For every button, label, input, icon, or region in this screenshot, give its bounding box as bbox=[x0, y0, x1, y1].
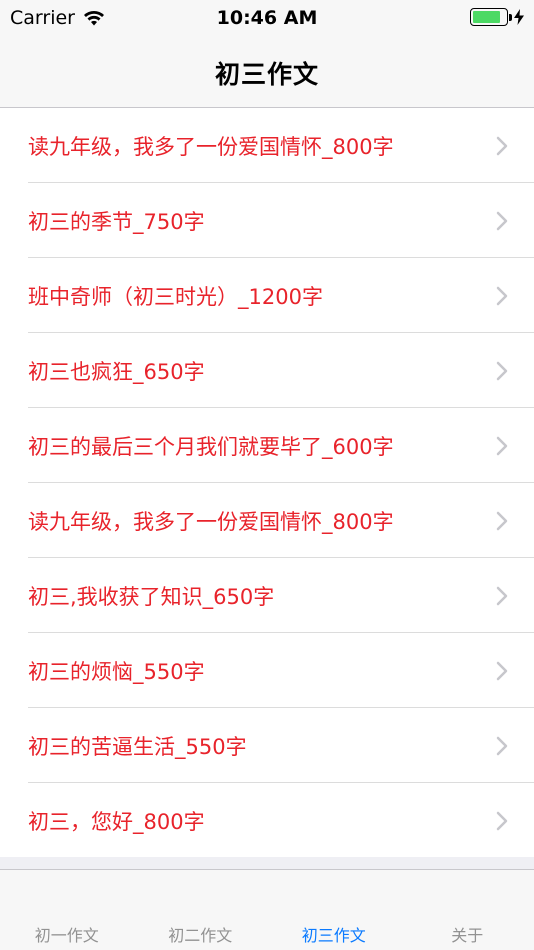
tab-1[interactable]: 初一作文 bbox=[0, 870, 134, 950]
tab-label: 初一作文 bbox=[34, 926, 99, 945]
list-item-label: 读九年级，我多了一份爱国情怀_800字 bbox=[28, 134, 394, 159]
status-right-group bbox=[470, 8, 524, 26]
list-item[interactable]: 班中奇师（初三时光）_1200字 bbox=[0, 258, 534, 333]
list-item-label: 初三，您好_800字 bbox=[28, 809, 205, 834]
chevron-right-icon bbox=[496, 211, 508, 230]
list-item[interactable]: 读九年级，我多了一份爱国情怀_800字 bbox=[0, 483, 534, 558]
list-item[interactable]: 初三的最后三个月我们就要毕了_600字 bbox=[0, 408, 534, 483]
tab-bar: 初一作文 初二作文 初三作文 关于 bbox=[0, 869, 534, 950]
tab-label: 关于 bbox=[451, 926, 484, 945]
list-item[interactable]: 读九年级，我多了一份爱国情怀_800字 bbox=[0, 108, 534, 183]
battery-level bbox=[473, 11, 501, 23]
page-title: 初三作文 bbox=[214, 59, 319, 89]
chevron-right-icon bbox=[496, 586, 508, 605]
bolt-icon bbox=[514, 9, 524, 25]
chevron-right-icon bbox=[496, 136, 508, 155]
tab-label: 初三作文 bbox=[301, 926, 366, 945]
tab-label: 初二作文 bbox=[168, 926, 233, 945]
chevron-right-icon bbox=[496, 661, 508, 680]
list-footer bbox=[0, 857, 534, 869]
list-item-label: 初三的季节_750字 bbox=[28, 209, 205, 234]
list-item[interactable]: 初三的季节_750字 bbox=[0, 183, 534, 258]
tab-2[interactable]: 初二作文 bbox=[134, 870, 268, 950]
list-item[interactable]: 初三的烦恼_550字 bbox=[0, 633, 534, 708]
list-item-label: 初三的苦逼生活_550字 bbox=[28, 734, 247, 759]
chevron-right-icon bbox=[496, 511, 508, 530]
chevron-right-icon bbox=[496, 736, 508, 755]
chevron-right-icon bbox=[496, 286, 508, 305]
chevron-right-icon bbox=[496, 361, 508, 380]
list-item-label: 读九年级，我多了一份爱国情怀_800字 bbox=[28, 509, 394, 534]
screen: Carrier 10:46 AM 初三作文 读九年级，我多了一份爱国情怀_800… bbox=[0, 0, 534, 950]
chevron-right-icon bbox=[496, 811, 508, 830]
list-item-label: 初三的最后三个月我们就要毕了_600字 bbox=[28, 434, 394, 459]
status-time: 10:46 AM bbox=[216, 7, 318, 29]
navigation-bar: 初三作文 bbox=[0, 38, 534, 108]
list-item[interactable]: 初三,我收获了知识_650字 bbox=[0, 558, 534, 633]
battery-tip bbox=[509, 14, 512, 21]
tab-3[interactable]: 初三作文 bbox=[267, 870, 401, 950]
list-item-label: 初三也疯狂_650字 bbox=[28, 359, 205, 384]
list-item[interactable]: 初三的苦逼生活_550字 bbox=[0, 708, 534, 783]
essay-list: 读九年级，我多了一份爱国情怀_800字 初三的季节_750字班中奇师（初三时光）_… bbox=[0, 108, 534, 858]
list-item-label: 班中奇师（初三时光）_1200字 bbox=[28, 284, 323, 309]
list-item[interactable]: 初三也疯狂_650字 bbox=[0, 333, 534, 408]
list-item[interactable]: 初三，您好_800字 bbox=[0, 783, 534, 858]
chevron-right-icon bbox=[496, 436, 508, 455]
list-item-label: 初三,我收获了知识_650字 bbox=[28, 584, 275, 609]
tab-4[interactable]: 关于 bbox=[401, 870, 534, 950]
battery-icon bbox=[470, 8, 512, 26]
list-item-label: 初三的烦恼_550字 bbox=[28, 659, 205, 684]
status-bar: Carrier 10:46 AM bbox=[0, 0, 534, 38]
